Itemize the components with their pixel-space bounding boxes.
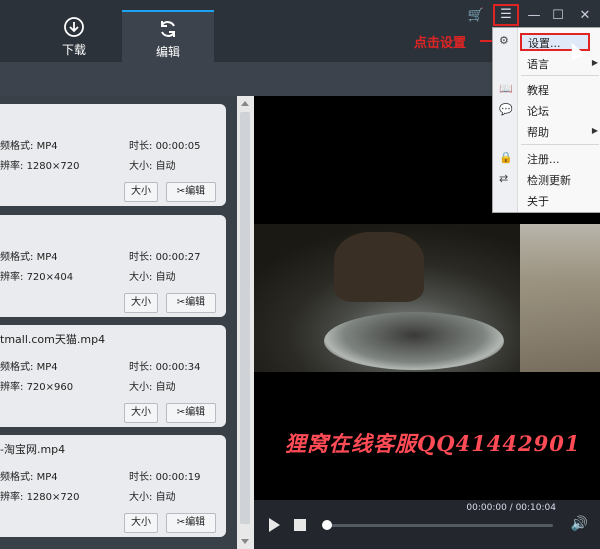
resolution-value: 1280×720 xyxy=(26,161,80,172)
format-value: MP4 xyxy=(36,252,58,263)
edit-button[interactable]: ✂编辑 xyxy=(166,403,216,423)
resolution-label: 辨率: 1280×720 xyxy=(0,492,80,503)
menu-item-language[interactable]: 语言 xyxy=(527,56,549,72)
stop-icon[interactable] xyxy=(294,519,306,531)
resolution-value: 720×404 xyxy=(26,272,74,283)
edit-button[interactable]: ✂编辑 xyxy=(166,513,216,533)
volume-icon[interactable]: 🔊 xyxy=(571,516,588,532)
resolution-value: 720×960 xyxy=(26,382,74,393)
tab-download[interactable]: 下载 xyxy=(30,10,118,62)
duration-value: 00:00:27 xyxy=(155,252,201,263)
size-value: 自动 xyxy=(155,492,176,503)
update-icon: ⇄ xyxy=(499,172,509,185)
size-label: 大小: 自动 xyxy=(129,161,176,172)
play-icon[interactable] xyxy=(269,518,280,532)
list-scrollbar[interactable] xyxy=(237,96,254,549)
duration-label: 时长: 00:00:34 xyxy=(129,362,201,373)
scroll-up-icon[interactable] xyxy=(241,101,249,106)
format-value: MP4 xyxy=(36,472,58,483)
resolution-value: 1280×720 xyxy=(26,492,80,503)
scissors-icon: ✂ xyxy=(176,407,186,418)
size-label: 大小: 自动 xyxy=(129,272,176,283)
scissors-icon: ✂ xyxy=(176,297,186,308)
size-value: 自动 xyxy=(155,161,176,172)
time-display: 00:00:00 / 00:10:04 xyxy=(466,503,556,513)
menu-item-check-update[interactable]: 检测更新 xyxy=(527,172,571,188)
file-list: 频格式: MP4 时长: 00:00:05 辨率: 1280×720 大小: 自… xyxy=(0,96,237,549)
duration-label: 时长: 00:00:19 xyxy=(129,472,201,483)
duration-value: 00:00:05 xyxy=(155,141,201,152)
video-frame xyxy=(254,224,600,372)
file-name: tmall.com天猫.mp4 xyxy=(0,333,106,346)
format-value: MP4 xyxy=(36,141,58,152)
submenu-arrow-icon: ▶ xyxy=(591,58,598,67)
menu-button[interactable]: ☰ xyxy=(493,4,519,26)
size-value: 自动 xyxy=(155,382,176,393)
tab-download-label: 下载 xyxy=(61,43,86,57)
duration-value: 00:00:19 xyxy=(155,472,201,483)
refresh-icon xyxy=(161,21,175,37)
format-value: MP4 xyxy=(36,362,58,373)
download-icon xyxy=(64,17,84,37)
file-card[interactable]: 频格式: MP4 时长: 00:00:05 辨率: 1280×720 大小: 自… xyxy=(0,104,226,206)
progress-knob[interactable] xyxy=(322,520,332,530)
scissors-icon: ✂ xyxy=(176,186,186,197)
resolution-label: 辨率: 720×960 xyxy=(0,382,74,393)
format-label: 频格式: MP4 xyxy=(0,362,58,373)
size-value: 自动 xyxy=(155,272,176,283)
maximize-button[interactable]: ☐ xyxy=(547,5,569,25)
resolution-label: 辨率: 720×404 xyxy=(0,272,74,283)
duration-label: 时长: 00:00:27 xyxy=(129,252,201,263)
scroll-thumb[interactable] xyxy=(240,112,250,524)
size-label: 大小: 自动 xyxy=(129,492,176,503)
menu-item-help[interactable]: 帮助 xyxy=(527,124,549,140)
menu-item-tutorial[interactable]: 教程 xyxy=(527,82,549,98)
tab-edit-label: 编辑 xyxy=(155,45,180,59)
watermark-text: 狸窝在线客服QQ41442901 xyxy=(285,431,581,456)
file-card[interactable]: -淘宝网.mp4 频格式: MP4 时长: 00:00:19 辨率: 1280×… xyxy=(0,435,226,537)
resolution-label: 辨率: 1280×720 xyxy=(0,161,80,172)
chat-icon: 💬 xyxy=(499,103,513,116)
menu-item-about[interactable]: 关于 xyxy=(527,193,549,209)
gear-icon: ⚙ xyxy=(499,34,509,47)
book-icon: 📖 xyxy=(499,82,513,95)
size-label: 大小: 自动 xyxy=(129,382,176,393)
progress-track[interactable] xyxy=(325,524,553,527)
main-menu: ⚙ 设置... 语言 ▶ 📖 教程 💬 论坛 帮助 ▶ 🔒 注册... ⇄ 检测… xyxy=(492,27,600,213)
size-button[interactable]: 大小 xyxy=(124,293,158,313)
duration-value: 00:00:34 xyxy=(155,362,201,373)
close-button[interactable]: ✕ xyxy=(574,5,596,25)
format-label: 频格式: MP4 xyxy=(0,252,58,263)
edit-button[interactable]: ✂编辑 xyxy=(166,182,216,202)
tab-edit[interactable]: 编辑 xyxy=(122,10,214,64)
menu-item-forum[interactable]: 论坛 xyxy=(527,103,549,119)
lock-icon: 🔒 xyxy=(499,151,513,164)
submenu-arrow-icon: ▶ xyxy=(591,126,598,135)
file-card[interactable]: 频格式: MP4 时长: 00:00:27 辨率: 720×404 大小: 自动… xyxy=(0,215,226,317)
size-button[interactable]: 大小 xyxy=(124,403,158,423)
size-button[interactable]: 大小 xyxy=(124,182,158,202)
size-button[interactable]: 大小 xyxy=(124,513,158,533)
cart-icon[interactable]: 🛒 xyxy=(466,5,486,25)
annotation-text: 点击设置 xyxy=(414,36,467,51)
format-label: 频格式: MP4 xyxy=(0,472,58,483)
edit-button[interactable]: ✂编辑 xyxy=(166,293,216,313)
menu-item-register[interactable]: 注册... xyxy=(527,151,560,167)
minimize-button[interactable]: — xyxy=(523,5,545,25)
format-label: 频格式: MP4 xyxy=(0,141,58,152)
file-card[interactable]: tmall.com天猫.mp4 频格式: MP4 时长: 00:00:34 辨率… xyxy=(0,325,226,427)
file-name: -淘宝网.mp4 xyxy=(0,443,66,456)
player-controls: 00:00:00 / 00:10:04 🔊 xyxy=(254,500,600,549)
duration-label: 时长: 00:00:05 xyxy=(129,141,201,152)
scroll-down-icon[interactable] xyxy=(241,539,249,544)
scissors-icon: ✂ xyxy=(176,517,186,528)
